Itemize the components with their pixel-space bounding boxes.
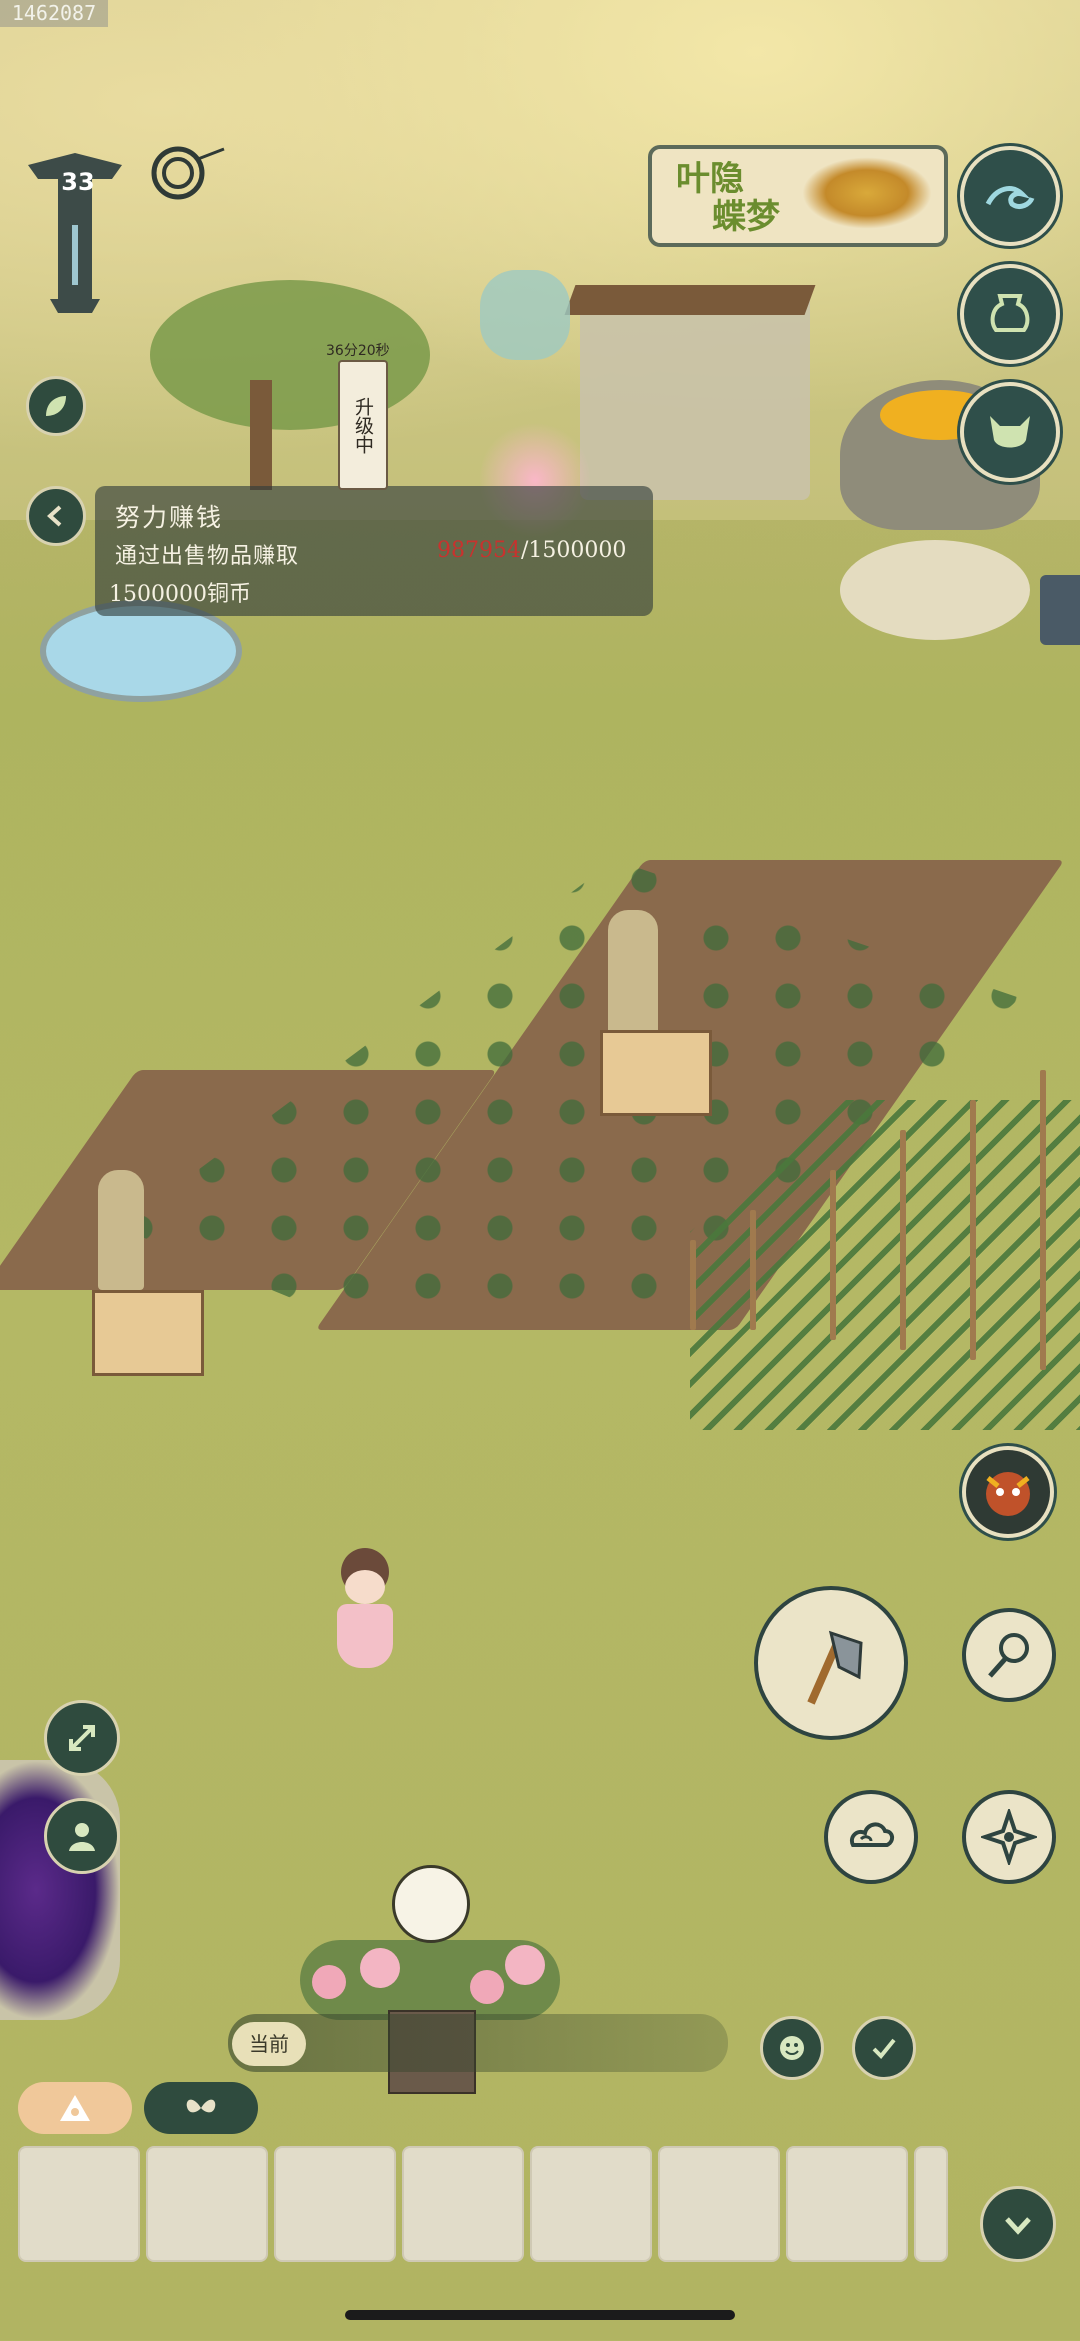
- butterfly-sprite: [480, 270, 570, 360]
- hotbar-slot[interactable]: [530, 2146, 652, 2262]
- net-tool-button[interactable]: [962, 1608, 1056, 1702]
- tab-butterfly[interactable]: [144, 2082, 258, 2134]
- chevron-down-icon: [1005, 2217, 1031, 2235]
- upgrade-status-sign[interactable]: 升级中: [338, 360, 388, 490]
- fence-post: [690, 1240, 696, 1330]
- event-logo[interactable]: 叶隐 蝶梦: [648, 145, 948, 247]
- peony-flower: [470, 1970, 504, 2004]
- checkmark-icon: [872, 2038, 896, 2059]
- fence-post: [900, 1130, 906, 1350]
- hoe-tool-button[interactable]: [754, 1586, 908, 1740]
- cloud-icon: [850, 1822, 894, 1847]
- jar-icon: [990, 294, 1030, 332]
- spiral-icon[interactable]: [148, 143, 230, 203]
- quest-reward: 1500000铜币: [109, 582, 251, 607]
- wave-icon: [985, 186, 1035, 209]
- monster-face-icon: [986, 1472, 1030, 1516]
- jar-button[interactable]: [960, 264, 1060, 364]
- logo-line-1: 叶隐: [676, 159, 744, 199]
- person-icon: [69, 1823, 95, 1851]
- shuriken-icon: [981, 1809, 1037, 1865]
- player-level: 33: [61, 168, 95, 196]
- image-id-tag: 1462087: [0, 0, 108, 27]
- collapse-quest-button[interactable]: [26, 486, 86, 546]
- hotbar-slot[interactable]: [146, 2146, 268, 2262]
- storage-chest[interactable]: [1040, 575, 1080, 645]
- hotbar-slot[interactable]: [658, 2146, 780, 2262]
- butterfly-icon: [186, 2099, 216, 2113]
- smile-icon: [780, 2036, 804, 2060]
- monster-alert-button[interactable]: [962, 1446, 1054, 1538]
- hotbar-slot[interactable]: [914, 2146, 948, 2262]
- portal-gate[interactable]: [0, 1760, 120, 2020]
- current-label[interactable]: 当前: [232, 2022, 306, 2066]
- hotbar-slot[interactable]: [274, 2146, 396, 2262]
- character-button[interactable]: [44, 1798, 120, 1874]
- upgrade-timer: 36分20秒: [326, 343, 390, 359]
- storage-crate[interactable]: [92, 1290, 204, 1376]
- hotbar: [0, 2140, 1080, 2270]
- quest-title: 努力赚钱: [115, 503, 224, 532]
- butterfly-logo-icon: [802, 157, 932, 229]
- expand-map-button[interactable]: [44, 1700, 120, 1776]
- peony-flower: [312, 1965, 346, 1999]
- net-icon: [988, 1633, 1029, 1678]
- cloud-skill-button[interactable]: [824, 1790, 918, 1884]
- task-check-button[interactable]: [852, 2016, 916, 2080]
- expand-arrows-icon: [69, 1725, 95, 1751]
- home-indicator[interactable]: [345, 2310, 735, 2320]
- item-bubble[interactable]: [392, 1865, 470, 1943]
- quest-progress: 987954/1500000: [437, 538, 626, 563]
- player-character: [325, 1548, 405, 1673]
- hoe-icon: [807, 1630, 863, 1705]
- demon-mask-icon: [990, 416, 1030, 448]
- tab-items[interactable]: [18, 2082, 132, 2134]
- fence-post: [750, 1210, 756, 1330]
- triangle-items-icon: [60, 2095, 90, 2121]
- peony-flower: [360, 1948, 400, 1988]
- quest-panel[interactable]: 努力赚钱 通过出售物品赚取 987954/1500000 1500000铜币: [95, 486, 653, 616]
- quest-progress-current: 987954: [437, 538, 521, 563]
- hotbar-toggle-button[interactable]: [980, 2186, 1056, 2262]
- fence-post: [970, 1100, 976, 1360]
- demon-mask-button[interactable]: [960, 382, 1060, 482]
- scarecrow: [608, 910, 658, 1040]
- leaf-icon: [46, 396, 66, 416]
- wave-button[interactable]: [960, 146, 1060, 246]
- shuriken-skill-button[interactable]: [962, 1790, 1056, 1884]
- chevron-left-icon: [47, 505, 62, 527]
- leaf-button[interactable]: [26, 376, 86, 436]
- hotbar-slot[interactable]: [18, 2146, 140, 2262]
- cauldron-base: [840, 540, 1030, 640]
- quest-description: 通过出售物品赚取: [115, 544, 300, 569]
- fence-post: [830, 1170, 836, 1340]
- emote-button[interactable]: [760, 2016, 824, 2080]
- tree-trunk: [250, 380, 272, 490]
- scarecrow: [98, 1170, 144, 1290]
- hotbar-slot[interactable]: [786, 2146, 908, 2262]
- peony-flower: [505, 1945, 545, 1985]
- fence-post: [1040, 1070, 1046, 1370]
- quest-progress-total: /1500000: [520, 538, 627, 563]
- forge-hut: [580, 290, 810, 500]
- hotbar-slot[interactable]: [402, 2146, 524, 2262]
- storage-crate[interactable]: [600, 1030, 712, 1116]
- forge-roof: [564, 285, 816, 315]
